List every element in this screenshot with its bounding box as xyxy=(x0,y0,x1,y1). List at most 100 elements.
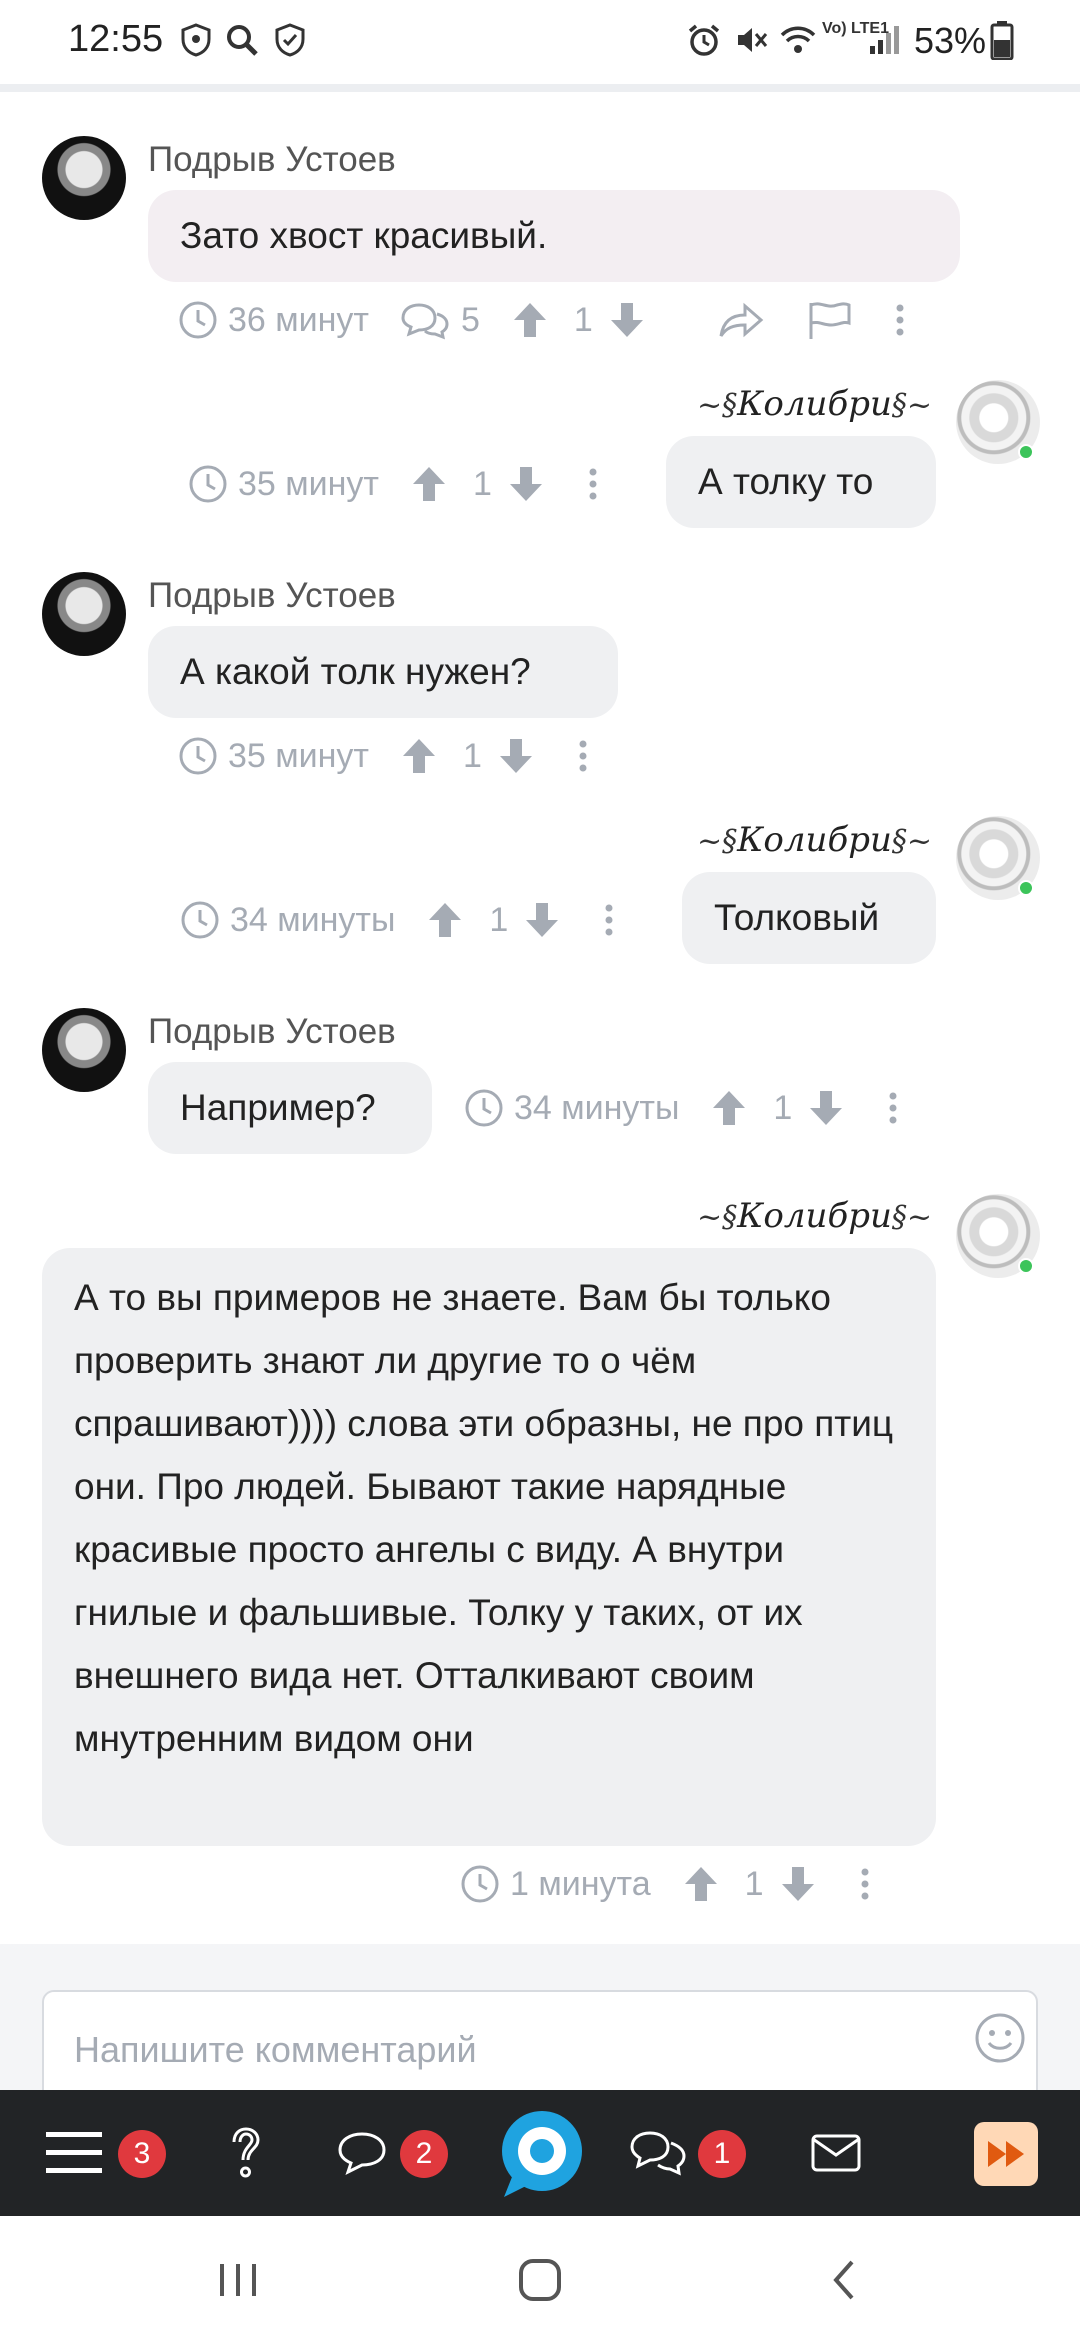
downvote-icon[interactable] xyxy=(522,900,562,940)
replies-count[interactable]: 5 xyxy=(461,301,480,340)
comment-meta: 34 минуты 1 xyxy=(180,896,626,944)
avatar[interactable] xyxy=(42,1008,126,1092)
online-indicator xyxy=(1018,444,1034,460)
comment-bubble: Зато хвост красивый. xyxy=(148,190,960,282)
clock-icon xyxy=(189,465,227,503)
emoji-icon[interactable] xyxy=(974,2012,1026,2064)
comment-text: А толку то xyxy=(698,461,874,502)
comment-bubble: А какой толк нужен? xyxy=(148,626,618,718)
clock-icon xyxy=(461,1865,499,1903)
shield-check-icon xyxy=(275,23,305,57)
downvote-icon[interactable] xyxy=(778,1864,818,1904)
ornament-left: ~§ xyxy=(696,1200,738,1235)
comment-text: Толковый xyxy=(714,897,880,938)
ornament-left: ~§ xyxy=(696,824,738,859)
system-nav-bar xyxy=(0,2216,1080,2340)
header-divider xyxy=(0,84,1080,92)
status-time: 12:55 xyxy=(68,18,164,60)
more-icon[interactable] xyxy=(586,464,600,504)
recent-apps-icon[interactable] xyxy=(216,2260,260,2300)
upvote-icon[interactable] xyxy=(399,736,439,776)
comment-time: 1 минута xyxy=(510,1864,651,1903)
menu-badge: 3 xyxy=(118,2130,166,2178)
ornament-right: §~ xyxy=(891,388,932,423)
comment-meta: 36 минут 5 1 xyxy=(178,296,917,344)
comment-bubble: Толковый xyxy=(682,872,936,964)
more-icon[interactable] xyxy=(576,736,590,776)
vote-count: 1 xyxy=(573,300,593,339)
comment-bubble: А толку то xyxy=(666,436,936,528)
help-button[interactable] xyxy=(226,2090,266,2216)
question-icon xyxy=(232,2127,260,2178)
comment-time: 34 минуты xyxy=(230,900,396,939)
comment-bubble: А то вы примеров не знаете. Вам бы тольк… xyxy=(42,1248,936,1846)
comment-author[interactable]: ~§Колибри§~ xyxy=(676,1196,932,1236)
comment-author[interactable]: Подрыв Устоев xyxy=(148,140,396,180)
comment-meta: 35 минут 1 xyxy=(178,732,600,780)
comments-button[interactable] xyxy=(628,2090,688,2216)
messages-button[interactable] xyxy=(336,2090,388,2216)
bottom-nav: 3 2 1 xyxy=(0,2090,1080,2216)
menu-button[interactable] xyxy=(44,2090,104,2216)
chat-badge: 2 xyxy=(400,2130,448,2178)
online-indicator xyxy=(1018,1258,1034,1274)
mute-icon xyxy=(738,28,768,52)
fast-forward-icon xyxy=(988,2141,1024,2167)
shield-icon xyxy=(181,23,211,57)
more-icon[interactable] xyxy=(886,1088,900,1128)
comment-text: Зато хвост красивый. xyxy=(180,215,548,256)
upvote-icon[interactable] xyxy=(425,900,465,940)
share-icon[interactable] xyxy=(717,300,765,340)
vote-count: 1 xyxy=(489,900,509,939)
downvote-icon[interactable] xyxy=(806,1088,846,1128)
downvote-icon[interactable] xyxy=(607,300,647,340)
downvote-icon[interactable] xyxy=(506,464,546,504)
clock-icon xyxy=(179,301,217,339)
upvote-icon[interactable] xyxy=(510,300,550,340)
comment-author[interactable]: Подрыв Устоев xyxy=(148,576,396,616)
comment-text: А какой толк нужен? xyxy=(180,651,531,692)
menu-icon xyxy=(46,2132,102,2173)
upvote-icon[interactable] xyxy=(681,1864,721,1904)
comment-author[interactable]: ~§Колибри§~ xyxy=(676,820,932,860)
comment-author[interactable]: ~§Колибри§~ xyxy=(676,384,932,424)
home-icon[interactable] xyxy=(516,2256,564,2304)
upvote-icon[interactable] xyxy=(409,464,449,504)
clock-icon xyxy=(179,737,217,775)
replies-icon[interactable] xyxy=(399,300,451,340)
back-icon[interactable] xyxy=(826,2256,862,2304)
home-logo-button[interactable] xyxy=(498,2090,586,2216)
ornament-right: §~ xyxy=(891,1200,932,1235)
comment-time: 35 минут xyxy=(228,736,369,775)
vote-count: 1 xyxy=(744,1864,764,1903)
battery-percent: 53% xyxy=(914,20,987,61)
avatar[interactable] xyxy=(42,136,126,220)
more-icon[interactable] xyxy=(602,900,616,940)
ornament-right: §~ xyxy=(891,824,932,859)
mail-button[interactable] xyxy=(810,2090,862,2216)
brand-logo-icon xyxy=(502,2111,582,2197)
alarm-icon xyxy=(688,24,720,56)
fast-forward-button[interactable] xyxy=(974,2122,1038,2186)
comment-bubble: Например? xyxy=(148,1062,432,1154)
mail-icon xyxy=(811,2134,861,2172)
more-icon[interactable] xyxy=(893,300,907,340)
vote-count: 1 xyxy=(462,736,482,775)
search-icon xyxy=(227,25,258,56)
flag-icon[interactable] xyxy=(805,299,853,341)
vote-count: 1 xyxy=(472,464,492,503)
comment-time: 36 минут xyxy=(228,300,369,339)
more-icon[interactable] xyxy=(858,1864,872,1904)
vote-count: 1 xyxy=(773,1088,793,1127)
comment-author[interactable]: Подрыв Устоев xyxy=(148,1012,396,1052)
comment-time: 35 минут xyxy=(238,464,379,503)
battery-icon xyxy=(990,21,1014,60)
avatar[interactable] xyxy=(42,572,126,656)
status-bar: 12:55 Vo) LTE1 53% xyxy=(0,0,1080,86)
signal-icon xyxy=(870,26,899,54)
upvote-icon[interactable] xyxy=(709,1088,749,1128)
clock-icon xyxy=(465,1089,503,1127)
comment-time: 34 минуты xyxy=(514,1088,680,1127)
downvote-icon[interactable] xyxy=(496,736,536,776)
clock-icon xyxy=(181,901,219,939)
